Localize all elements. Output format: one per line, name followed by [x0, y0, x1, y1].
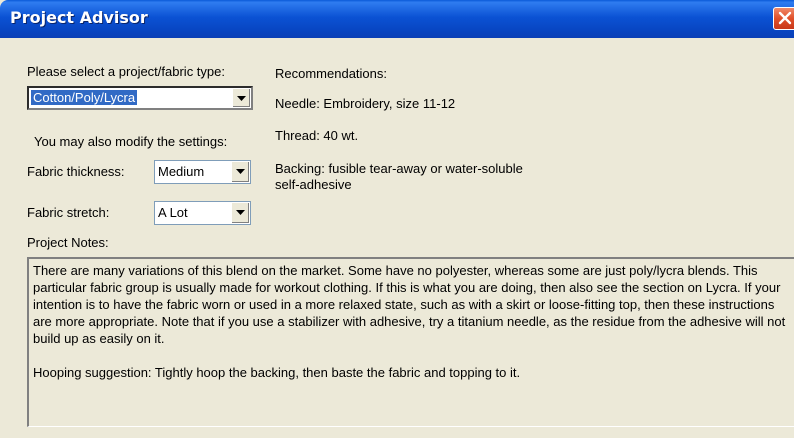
project-notes-paragraph-1: There are many variations of this blend …	[33, 263, 786, 346]
close-button[interactable]	[773, 7, 794, 30]
title-bar[interactable]: Project Advisor	[0, 0, 794, 38]
project-notes-textarea[interactable]: There are many variations of this blend …	[27, 257, 794, 427]
fabric-thickness-label: Fabric thickness:	[27, 164, 125, 179]
project-notes-label: Project Notes:	[27, 235, 109, 250]
fabric-stretch-select[interactable]: A Lot	[154, 201, 251, 225]
project-type-label: Please select a project/fabric type:	[27, 64, 225, 79]
fabric-thickness-dropdown-button[interactable]	[231, 162, 249, 182]
chevron-down-icon	[237, 96, 246, 101]
fabric-stretch-value: A Lot	[158, 205, 188, 220]
project-notes-paragraph-2: Hooping suggestion: Tightly hoop the bac…	[33, 365, 521, 380]
project-type-value: Cotton/Poly/Lycra	[31, 90, 138, 105]
fabric-thickness-select[interactable]: Medium	[154, 160, 251, 184]
chevron-down-icon	[236, 210, 245, 215]
recommendation-thread: Thread: 40 wt.	[275, 128, 359, 143]
project-type-select[interactable]: Cotton/Poly/Lycra	[27, 86, 253, 110]
project-type-dropdown-button[interactable]	[232, 89, 250, 107]
settings-intro-label: You may also modify the settings:	[34, 134, 228, 149]
fabric-stretch-label: Fabric stretch:	[27, 205, 110, 220]
window-title: Project Advisor	[10, 8, 148, 27]
close-icon	[778, 11, 792, 25]
recommendation-backing-line2: self-adhesive	[275, 177, 352, 192]
fabric-thickness-value: Medium	[158, 164, 205, 179]
recommendations-heading: Recommendations:	[275, 66, 387, 81]
recommendation-needle: Needle: Embroidery, size 11-12	[275, 96, 456, 111]
chevron-down-icon	[236, 169, 245, 174]
recommendation-backing-line1: Backing: fusible tear-away or water-solu…	[275, 161, 523, 176]
fabric-stretch-dropdown-button[interactable]	[231, 203, 249, 223]
